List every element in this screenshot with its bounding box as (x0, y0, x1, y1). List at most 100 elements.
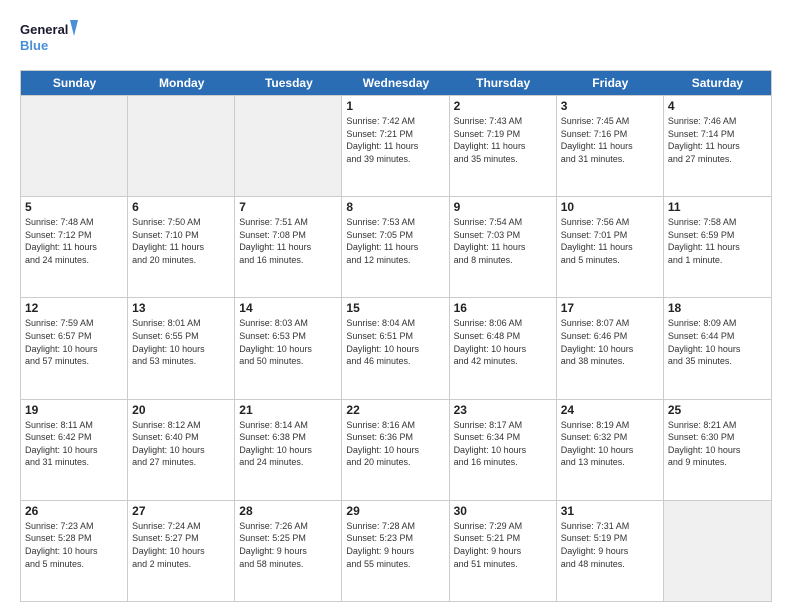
day-number: 20 (132, 403, 230, 417)
calendar-cell: 14 Sunrise: 8:03 AM Sunset: 6:53 PM Dayli… (235, 298, 342, 398)
calendar-cell: 29 Sunrise: 7:28 AM Sunset: 5:23 PM Dayli… (342, 501, 449, 601)
cell-info: Sunrise: 7:54 AM Sunset: 7:03 PM Dayligh… (454, 216, 552, 266)
cell-info: Sunrise: 7:45 AM Sunset: 7:16 PM Dayligh… (561, 115, 659, 165)
calendar-cell: 25 Sunrise: 8:21 AM Sunset: 6:30 PM Dayli… (664, 400, 771, 500)
day-number: 3 (561, 99, 659, 113)
cell-info: Sunrise: 7:48 AM Sunset: 7:12 PM Dayligh… (25, 216, 123, 266)
calendar-cell: 18Sunrise: 8:09 AM Sunset: 6:44 PM Dayli… (664, 298, 771, 398)
day-number: 16 (454, 301, 552, 315)
calendar-cell (235, 96, 342, 196)
calendar-cell: 30Sunrise: 7:29 AM Sunset: 5:21 PM Dayli… (450, 501, 557, 601)
calendar-cell: 4Sunrise: 7:46 AM Sunset: 7:14 PM Daylig… (664, 96, 771, 196)
calendar-body: 1 Sunrise: 7:42 AM Sunset: 7:21 PM Daylig… (21, 95, 771, 601)
cell-info: Sunrise: 7:23 AM Sunset: 5:28 PM Dayligh… (25, 520, 123, 570)
day-number: 23 (454, 403, 552, 417)
cell-info: Sunrise: 8:19 AM Sunset: 6:32 PM Dayligh… (561, 419, 659, 469)
calendar-header: SundayMondayTuesdayWednesdayThursdayFrid… (21, 71, 771, 95)
calendar-cell: 9 Sunrise: 7:54 AM Sunset: 7:03 PM Daylig… (450, 197, 557, 297)
calendar-cell (21, 96, 128, 196)
header: General Blue (20, 16, 772, 60)
calendar-row-5: 26 Sunrise: 7:23 AM Sunset: 5:28 PM Dayli… (21, 500, 771, 601)
cell-info: Sunrise: 7:58 AM Sunset: 6:59 PM Dayligh… (668, 216, 767, 266)
day-number: 31 (561, 504, 659, 518)
calendar-cell: 20 Sunrise: 8:12 AM Sunset: 6:40 PM Dayli… (128, 400, 235, 500)
day-number: 13 (132, 301, 230, 315)
svg-text:Blue: Blue (20, 38, 48, 53)
day-number: 26 (25, 504, 123, 518)
cell-info: Sunrise: 7:26 AM Sunset: 5:25 PM Dayligh… (239, 520, 337, 570)
cell-info: Sunrise: 8:17 AM Sunset: 6:34 PM Dayligh… (454, 419, 552, 469)
calendar-row-3: 12 Sunrise: 7:59 AM Sunset: 6:57 PM Dayli… (21, 297, 771, 398)
day-number: 10 (561, 200, 659, 214)
day-header-friday: Friday (557, 71, 664, 95)
day-number: 4 (668, 99, 767, 113)
cell-info: Sunrise: 7:42 AM Sunset: 7:21 PM Dayligh… (346, 115, 444, 165)
day-number: 27 (132, 504, 230, 518)
cell-info: Sunrise: 8:12 AM Sunset: 6:40 PM Dayligh… (132, 419, 230, 469)
calendar-cell: 12 Sunrise: 7:59 AM Sunset: 6:57 PM Dayli… (21, 298, 128, 398)
page: General Blue SundayMondayTuesdayWednesda… (0, 0, 792, 612)
calendar-cell: 11 Sunrise: 7:58 AM Sunset: 6:59 PM Dayli… (664, 197, 771, 297)
calendar-cell: 16 Sunrise: 8:06 AM Sunset: 6:48 PM Dayli… (450, 298, 557, 398)
calendar-row-1: 1 Sunrise: 7:42 AM Sunset: 7:21 PM Daylig… (21, 95, 771, 196)
cell-info: Sunrise: 8:06 AM Sunset: 6:48 PM Dayligh… (454, 317, 552, 367)
cell-info: Sunrise: 7:51 AM Sunset: 7:08 PM Dayligh… (239, 216, 337, 266)
calendar-cell: 19 Sunrise: 8:11 AM Sunset: 6:42 PM Dayli… (21, 400, 128, 500)
calendar-cell: 22Sunrise: 8:16 AM Sunset: 6:36 PM Dayli… (342, 400, 449, 500)
logo: General Blue (20, 16, 80, 60)
calendar-cell: 17 Sunrise: 8:07 AM Sunset: 6:46 PM Dayli… (557, 298, 664, 398)
cell-info: Sunrise: 7:50 AM Sunset: 7:10 PM Dayligh… (132, 216, 230, 266)
calendar-cell: 31 Sunrise: 7:31 AM Sunset: 5:19 PM Dayli… (557, 501, 664, 601)
day-number: 11 (668, 200, 767, 214)
cell-info: Sunrise: 7:24 AM Sunset: 5:27 PM Dayligh… (132, 520, 230, 570)
day-number: 12 (25, 301, 123, 315)
cell-info: Sunrise: 7:31 AM Sunset: 5:19 PM Dayligh… (561, 520, 659, 570)
cell-info: Sunrise: 8:21 AM Sunset: 6:30 PM Dayligh… (668, 419, 767, 469)
day-number: 25 (668, 403, 767, 417)
day-number: 8 (346, 200, 444, 214)
cell-info: Sunrise: 8:01 AM Sunset: 6:55 PM Dayligh… (132, 317, 230, 367)
day-number: 28 (239, 504, 337, 518)
day-number: 9 (454, 200, 552, 214)
cell-info: Sunrise: 8:09 AM Sunset: 6:44 PM Dayligh… (668, 317, 767, 367)
day-number: 5 (25, 200, 123, 214)
cell-info: Sunrise: 7:43 AM Sunset: 7:19 PM Dayligh… (454, 115, 552, 165)
calendar-cell: 27 Sunrise: 7:24 AM Sunset: 5:27 PM Dayli… (128, 501, 235, 601)
calendar-cell: 26 Sunrise: 7:23 AM Sunset: 5:28 PM Dayli… (21, 501, 128, 601)
cell-info: Sunrise: 8:03 AM Sunset: 6:53 PM Dayligh… (239, 317, 337, 367)
day-number: 15 (346, 301, 444, 315)
calendar-cell: 10Sunrise: 7:56 AM Sunset: 7:01 PM Dayli… (557, 197, 664, 297)
calendar-cell: 7 Sunrise: 7:51 AM Sunset: 7:08 PM Daylig… (235, 197, 342, 297)
day-number: 17 (561, 301, 659, 315)
day-number: 14 (239, 301, 337, 315)
day-header-sunday: Sunday (21, 71, 128, 95)
cell-info: Sunrise: 8:11 AM Sunset: 6:42 PM Dayligh… (25, 419, 123, 469)
day-number: 6 (132, 200, 230, 214)
calendar-cell: 28 Sunrise: 7:26 AM Sunset: 5:25 PM Dayli… (235, 501, 342, 601)
calendar-row-2: 5 Sunrise: 7:48 AM Sunset: 7:12 PM Daylig… (21, 196, 771, 297)
calendar-cell: 21Sunrise: 8:14 AM Sunset: 6:38 PM Dayli… (235, 400, 342, 500)
day-number: 1 (346, 99, 444, 113)
calendar-row-4: 19 Sunrise: 8:11 AM Sunset: 6:42 PM Dayli… (21, 399, 771, 500)
cell-info: Sunrise: 8:07 AM Sunset: 6:46 PM Dayligh… (561, 317, 659, 367)
day-number: 7 (239, 200, 337, 214)
cell-info: Sunrise: 7:59 AM Sunset: 6:57 PM Dayligh… (25, 317, 123, 367)
calendar-cell: 15Sunrise: 8:04 AM Sunset: 6:51 PM Dayli… (342, 298, 449, 398)
cell-info: Sunrise: 7:53 AM Sunset: 7:05 PM Dayligh… (346, 216, 444, 266)
calendar: SundayMondayTuesdayWednesdayThursdayFrid… (20, 70, 772, 602)
calendar-cell: 24Sunrise: 8:19 AM Sunset: 6:32 PM Dayli… (557, 400, 664, 500)
day-header-tuesday: Tuesday (235, 71, 342, 95)
calendar-cell: 23 Sunrise: 8:17 AM Sunset: 6:34 PM Dayli… (450, 400, 557, 500)
calendar-cell: 3 Sunrise: 7:45 AM Sunset: 7:16 PM Daylig… (557, 96, 664, 196)
day-header-wednesday: Wednesday (342, 71, 449, 95)
day-number: 21 (239, 403, 337, 417)
calendar-cell: 2Sunrise: 7:43 AM Sunset: 7:19 PM Daylig… (450, 96, 557, 196)
day-header-monday: Monday (128, 71, 235, 95)
day-number: 29 (346, 504, 444, 518)
day-number: 22 (346, 403, 444, 417)
cell-info: Sunrise: 7:28 AM Sunset: 5:23 PM Dayligh… (346, 520, 444, 570)
calendar-cell (664, 501, 771, 601)
calendar-cell: 13 Sunrise: 8:01 AM Sunset: 6:55 PM Dayli… (128, 298, 235, 398)
day-number: 19 (25, 403, 123, 417)
calendar-cell (128, 96, 235, 196)
